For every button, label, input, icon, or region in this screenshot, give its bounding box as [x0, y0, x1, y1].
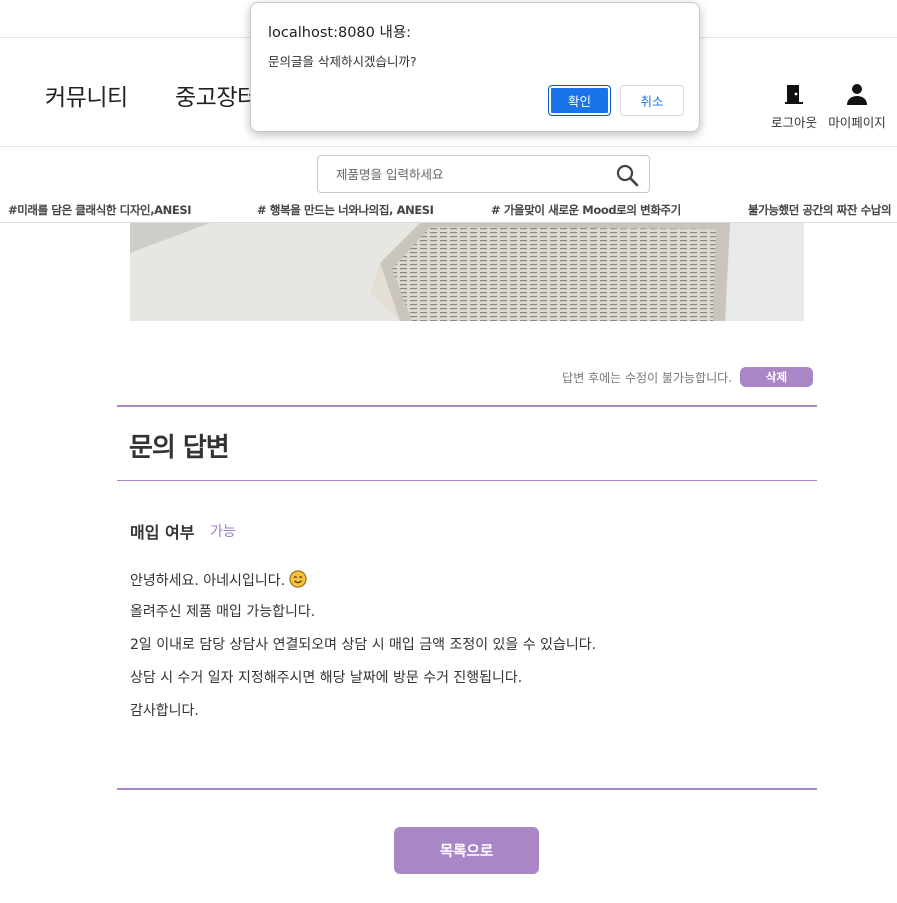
answer-line: 감사합니다.: [130, 703, 199, 719]
search-bar: [317, 155, 650, 193]
logout-button[interactable]: 로그아웃: [759, 82, 829, 131]
answer-line: 올려주신 제품 매입 가능합니다.: [130, 604, 316, 620]
dialog-title: localhost:8080 내용:: [268, 25, 412, 41]
search-input[interactable]: [318, 156, 608, 192]
logout-label: 로그아웃: [770, 115, 817, 130]
hashtag-link[interactable]: 불가능했던 공간의 짜잔 수납의: [748, 202, 892, 218]
divider: [117, 405, 817, 407]
dialog-message: 문의글을 삭제하시겠습니까?: [268, 54, 417, 69]
nav-used-market[interactable]: 중고장터: [175, 78, 258, 112]
product-photo: [130, 223, 804, 321]
dialog-cancel-button[interactable]: 취소: [620, 85, 684, 116]
search-icon[interactable]: [615, 163, 639, 187]
hashtag-link[interactable]: # 가을맞이 새로운 Mood로의 변화주기: [491, 202, 681, 218]
answer-line: 안녕하세요. 아네시입니다.: [130, 570, 596, 603]
hashtag-ticker: #미래를 담은 클래식한 디자인,ANESI # 행복을 만드는 너와나의집, …: [0, 197, 897, 223]
answer-body: 안녕하세요. 아네시입니다. 올려주신 제품 매입 가능합니다. 2일 이내로 …: [130, 570, 596, 735]
answer-line-text: 안녕하세요. 아네시입니다.: [130, 573, 286, 589]
user-icon: [847, 84, 867, 105]
answer-title: 문의 답변: [129, 433, 230, 463]
mypage-label: 마이페이지: [828, 115, 886, 130]
back-to-list-button[interactable]: 목록으로: [394, 827, 539, 874]
nav-community[interactable]: 커뮤니티: [45, 78, 128, 112]
dialog-ok-button[interactable]: 확인: [548, 85, 611, 116]
product-photo-image: [130, 223, 804, 321]
smile-emoji-icon: [289, 570, 307, 588]
delete-button[interactable]: 삭제: [740, 367, 813, 387]
hashtag-link[interactable]: #미래를 담은 클래식한 디자인,ANESI: [8, 202, 192, 218]
door-icon: [785, 85, 803, 104]
divider: [117, 480, 817, 481]
purchase-status-value: 가능: [210, 524, 236, 540]
answer-line: 상담 시 수거 일자 지정해주시면 해당 날짜에 방문 수거 진행됩니다.: [130, 670, 523, 686]
mypage-button[interactable]: 마이페이지: [822, 82, 892, 131]
divider: [117, 788, 817, 790]
answer-line: 2일 이내로 담당 상담사 연결되오며 상담 시 매입 금액 조정이 있을 수 …: [130, 637, 597, 653]
hashtag-link[interactable]: # 행복을 만드는 너와나의집, ANESI: [257, 202, 434, 218]
edit-notice: 답변 후에는 수정이 불가능합니다.: [562, 371, 732, 385]
purchase-status-label: 매입 여부: [130, 523, 195, 542]
confirm-dialog: localhost:8080 내용: 문의글을 삭제하시겠습니까? 확인 취소: [250, 2, 700, 132]
